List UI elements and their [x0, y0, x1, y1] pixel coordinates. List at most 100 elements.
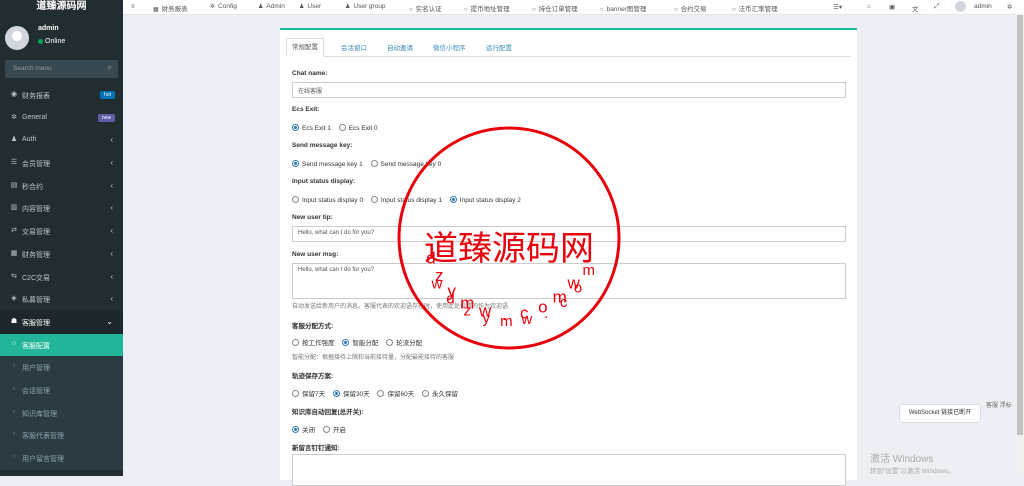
- sidebar: 道臻源码网 admin Online Search menu ⌕ ◉ 财务报表 ho…: [0, 0, 123, 476]
- chat-name-input[interactable]: 在线客服: [292, 82, 846, 98]
- tab-wechat-miniprogram[interactable]: 微信小程序: [433, 42, 466, 52]
- topnav-item-6[interactable]: ○ 实名认证: [409, 3, 442, 13]
- topnav-item-1[interactable]: ▦ 财务报表: [153, 3, 188, 13]
- diamond-icon: ◈: [11, 295, 17, 303]
- tab-auto-invite[interactable]: 自动邀请: [387, 42, 413, 52]
- sidebar-item-8[interactable]: ⇆ C2C交易 ‹: [0, 266, 123, 289]
- sidebar-item-2[interactable]: ♟ Auth ‹: [0, 129, 123, 152]
- auto-reply-on-radio[interactable]: 开启: [322, 424, 346, 434]
- dispatch-smart-radio[interactable]: 智能分配: [342, 337, 378, 347]
- gears-icon: ✲: [11, 113, 17, 121]
- sidebar-item-10[interactable]: ☗ 客服管理 ⌄: [0, 310, 123, 334]
- circle-icon: ○: [12, 454, 16, 460]
- new-user-msg-label: New user msg:: [292, 251, 339, 258]
- search-icon[interactable]: ⌕: [108, 63, 112, 73]
- topnav-label: User group: [353, 3, 386, 10]
- topnav-icon: ♟: [299, 4, 305, 10]
- sidebar-item-6[interactable]: ⇄ 交易管理 ‹: [0, 220, 123, 243]
- send-key-0-radio[interactable]: Send message key 0: [370, 160, 441, 168]
- trash-icon[interactable]: ▣: [889, 3, 895, 11]
- sidebar-item-11[interactable]: ○ 客服配置: [0, 333, 123, 357]
- topnav-item-11[interactable]: ○ 法币汇率管理: [732, 3, 778, 13]
- fullscreen-icon[interactable]: ⤢: [934, 3, 939, 11]
- topnav-label: Config: [218, 3, 237, 10]
- sidebar-item-14[interactable]: ○ 知识库管理: [0, 401, 123, 425]
- exchange-icon: ⇄: [11, 227, 17, 235]
- tab-general[interactable]: 常规配置: [286, 38, 324, 57]
- sidebar-item-12[interactable]: ○ 用户管理: [0, 356, 123, 379]
- top-admin-name[interactable]: admin: [974, 3, 992, 10]
- topnav-item-9[interactable]: ○ banner图管理: [600, 3, 646, 13]
- dingtalk-textarea[interactable]: [292, 454, 846, 486]
- keep-60-radio[interactable]: 保留60天: [377, 388, 414, 398]
- input-status-radios: Input status display 0 Input status disp…: [292, 196, 527, 204]
- sidebar-item-label: 客服管理: [22, 319, 50, 327]
- language-icon[interactable]: 文: [912, 3, 919, 13]
- ecs-exit-0-radio[interactable]: Ecs Exit 0: [338, 124, 378, 132]
- tab-run-config[interactable]: 运行配置: [486, 42, 512, 52]
- topnav-label: 法币汇率管理: [738, 6, 778, 13]
- topnav-item-2[interactable]: ✲ Config: [210, 3, 237, 10]
- dashboard-icon: ◉: [10, 91, 18, 98]
- settings-gear-icon[interactable]: ✲: [1007, 3, 1012, 11]
- chevron-icon: ‹: [110, 180, 113, 190]
- chevron-icon: ‹: [110, 135, 113, 145]
- input-status-0-radio[interactable]: Input status display 0: [292, 196, 363, 204]
- sidebar-item-label: 会话管理: [22, 387, 50, 395]
- keep-forever-radio[interactable]: 永久保留: [422, 388, 458, 398]
- dispatch-round-radio[interactable]: 轮流分配: [386, 337, 422, 347]
- input-status-1-radio[interactable]: Input status display 1: [370, 196, 442, 204]
- topnav-icon: ○: [732, 7, 736, 13]
- chat-name-value: 在线客服: [298, 89, 323, 95]
- sidebar-item-4[interactable]: ▤ 秒合约 ‹: [0, 175, 123, 198]
- chevron-icon: ‹: [110, 271, 113, 281]
- sidebar-item-5[interactable]: ▥ 内容管理 ‹: [0, 197, 123, 220]
- sidebar-item-16[interactable]: ○ 用户留言管理: [0, 447, 123, 470]
- topnav-icon: ○: [532, 7, 536, 13]
- topnav-label: 合约交易: [680, 6, 707, 13]
- list-icon: ☰: [10, 159, 18, 167]
- sidebar-item-label: 财务管理: [22, 251, 50, 259]
- sidebar-item-label: 交易管理: [22, 229, 50, 237]
- keep-30-radio[interactable]: 保留30天: [332, 388, 370, 398]
- topnav-item-5[interactable]: ♟ User group: [345, 3, 386, 10]
- dingtalk-label: 新留言钉钉通知:: [292, 445, 340, 452]
- sidebar-item-3[interactable]: ☰ 会员管理 ‹: [0, 152, 123, 175]
- layout-toggle-icon[interactable]: ☰▾: [833, 3, 842, 11]
- page-scrollbar-thumb[interactable]: [1017, 15, 1023, 435]
- keep-7-radio[interactable]: 保留7天: [292, 388, 325, 398]
- ecs-exit-radios: Ecs Exit 1 Ecs Exit 0: [292, 124, 384, 132]
- app-logo[interactable]: 道臻源码网: [0, 0, 123, 14]
- auto-reply-radios: 关闭 开启: [292, 424, 352, 434]
- sidebar-search[interactable]: Search menu ⌕: [5, 60, 118, 78]
- auto-reply-off-radio[interactable]: 关闭: [292, 424, 315, 434]
- sidebar-item-13[interactable]: ○ 会话管理: [0, 378, 123, 402]
- sidebar-item-label: 用户留言管理: [22, 456, 64, 463]
- kefu-float-icon[interactable]: 客服 浮标: [986, 400, 1016, 409]
- config-panel: 常规配置 会话窗口 自动邀请 微信小程序 运行配置 Chat name: 在线客…: [280, 28, 857, 486]
- tab-session-window[interactable]: 会话窗口: [341, 42, 367, 52]
- search-input[interactable]: Search menu: [13, 65, 52, 72]
- topnav-item-3[interactable]: ♟ Admin: [258, 3, 285, 10]
- ecs-exit-1-radio[interactable]: Ecs Exit 1: [292, 124, 331, 132]
- chevron-icon: ‹: [110, 203, 113, 213]
- home-icon[interactable]: ⌂: [867, 3, 871, 10]
- input-status-2-radio[interactable]: Input status display 2: [449, 196, 521, 204]
- topnav-item-10[interactable]: ○ 合约交易: [674, 3, 707, 13]
- topnav-item-8[interactable]: ○ 持仓订单管理: [532, 3, 578, 13]
- new-user-tip-input[interactable]: Hello, what can I do for you?: [292, 226, 846, 242]
- sidebar-item-15[interactable]: ○ 客服代表管理: [0, 424, 123, 447]
- dispatch-workload-radio[interactable]: 按工作强度: [292, 337, 335, 347]
- sidebar-item-0[interactable]: ◉ 财务报表 hot: [0, 84, 123, 107]
- new-user-msg-textarea[interactable]: Hello, what can I do for you?: [292, 263, 846, 299]
- sidebar-item-1[interactable]: ✲ General new: [0, 107, 123, 130]
- topnav-item-4[interactable]: ♟ User: [299, 3, 321, 10]
- topnav-item-7[interactable]: ○ 提币地址管理: [464, 3, 510, 13]
- topnav-item-0[interactable]: ≡: [131, 3, 138, 10]
- sidebar-item-7[interactable]: ▦ 财务管理 ‹: [0, 243, 123, 266]
- chevron-icon: ‹: [110, 294, 113, 304]
- send-key-1-radio[interactable]: Send message key 1: [292, 160, 363, 168]
- chevron-icon: ‹: [110, 158, 113, 168]
- top-avatar[interactable]: [955, 1, 966, 12]
- sidebar-item-9[interactable]: ◈ 私募管理 ‹: [0, 288, 123, 311]
